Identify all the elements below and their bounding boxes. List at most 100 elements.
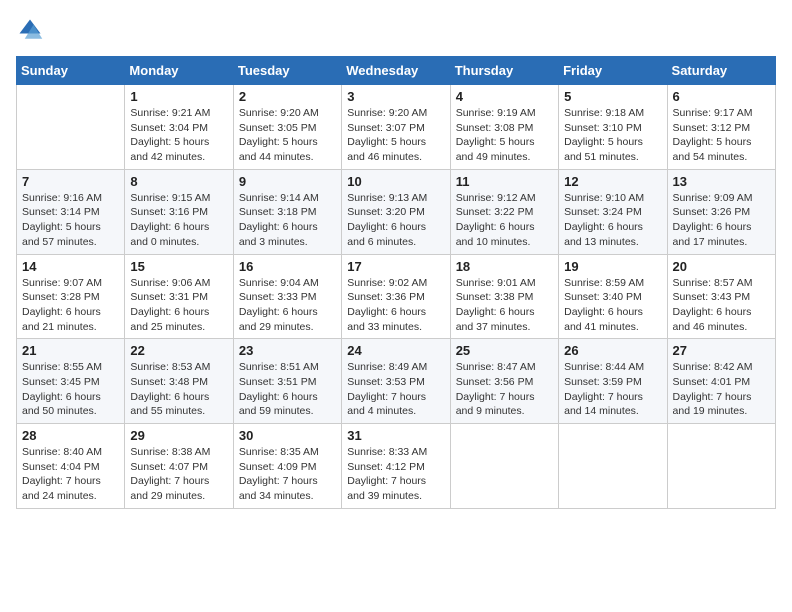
day-info: Sunrise: 9:04 AM Sunset: 3:33 PM Dayligh… <box>239 276 336 335</box>
calendar-cell: 12Sunrise: 9:10 AM Sunset: 3:24 PM Dayli… <box>559 169 667 254</box>
calendar-cell: 16 Sunrise: 9:04 AM Sunset: 3:33 PM Dayli… <box>233 254 341 339</box>
day-number: 15 <box>130 259 227 274</box>
day-number: 29 <box>130 428 227 443</box>
calendar-cell <box>559 424 667 509</box>
day-info: Sunrise: 9:16 AM Sunset: 3:14 PM Dayligh… <box>22 191 119 250</box>
calendar-cell: 14 Sunrise: 9:07 AM Sunset: 3:28 PM Dayli… <box>17 254 125 339</box>
calendar-cell: 10 Sunrise: 9:13 AM Sunset: 3:20 PM Dayli… <box>342 169 450 254</box>
calendar-cell: 29 Sunrise: 8:38 AM Sunset: 4:07 PM Dayli… <box>125 424 233 509</box>
calendar-week-row: 7 Sunrise: 9:16 AM Sunset: 3:14 PM Daylig… <box>17 169 776 254</box>
calendar-cell: 19 Sunrise: 8:59 AM Sunset: 3:40 PM Dayli… <box>559 254 667 339</box>
day-info: Sunrise: 9:10 AM Sunset: 3:24 PM Dayligh… <box>564 191 661 250</box>
day-info: Sunrise: 9:20 AM Sunset: 3:07 PM Dayligh… <box>347 106 444 165</box>
weekday-header: Monday <box>125 57 233 85</box>
day-info: Sunrise: 8:59 AM Sunset: 3:40 PM Dayligh… <box>564 276 661 335</box>
day-number: 22 <box>130 343 227 358</box>
day-number: 7 <box>22 174 119 189</box>
day-number: 10 <box>347 174 444 189</box>
calendar-cell: 1Sunrise: 9:21 AM Sunset: 3:04 PM Daylig… <box>125 85 233 170</box>
day-info: Sunrise: 9:18 AM Sunset: 3:10 PM Dayligh… <box>564 106 661 165</box>
day-info: Sunrise: 8:38 AM Sunset: 4:07 PM Dayligh… <box>130 445 227 504</box>
calendar-cell <box>667 424 775 509</box>
calendar-cell: 25 Sunrise: 8:47 AM Sunset: 3:56 PM Dayli… <box>450 339 558 424</box>
page-header <box>16 16 776 44</box>
day-number: 18 <box>456 259 553 274</box>
day-info: Sunrise: 8:51 AM Sunset: 3:51 PM Dayligh… <box>239 360 336 419</box>
day-number: 24 <box>347 343 444 358</box>
day-number: 13 <box>673 174 770 189</box>
day-info: Sunrise: 9:20 AM Sunset: 3:05 PM Dayligh… <box>239 106 336 165</box>
weekday-header: Thursday <box>450 57 558 85</box>
day-info: Sunrise: 8:47 AM Sunset: 3:56 PM Dayligh… <box>456 360 553 419</box>
day-info: Sunrise: 9:13 AM Sunset: 3:20 PM Dayligh… <box>347 191 444 250</box>
logo-icon <box>16 16 44 44</box>
day-info: Sunrise: 9:12 AM Sunset: 3:22 PM Dayligh… <box>456 191 553 250</box>
day-number: 8 <box>130 174 227 189</box>
calendar-cell: 18 Sunrise: 9:01 AM Sunset: 3:38 PM Dayli… <box>450 254 558 339</box>
day-info: Sunrise: 8:57 AM Sunset: 3:43 PM Dayligh… <box>673 276 770 335</box>
day-number: 26 <box>564 343 661 358</box>
day-number: 17 <box>347 259 444 274</box>
day-info: Sunrise: 9:17 AM Sunset: 3:12 PM Dayligh… <box>673 106 770 165</box>
day-info: Sunrise: 9:15 AM Sunset: 3:16 PM Dayligh… <box>130 191 227 250</box>
calendar-cell: 26 Sunrise: 8:44 AM Sunset: 3:59 PM Dayli… <box>559 339 667 424</box>
day-info: Sunrise: 8:40 AM Sunset: 4:04 PM Dayligh… <box>22 445 119 504</box>
day-info: Sunrise: 9:06 AM Sunset: 3:31 PM Dayligh… <box>130 276 227 335</box>
calendar-cell: 2 Sunrise: 9:20 AM Sunset: 3:05 PM Daylig… <box>233 85 341 170</box>
calendar-cell: 9Sunrise: 9:14 AM Sunset: 3:18 PM Daylig… <box>233 169 341 254</box>
logo <box>16 16 46 44</box>
calendar-cell: 31 Sunrise: 8:33 AM Sunset: 4:12 PM Dayli… <box>342 424 450 509</box>
calendar-table: SundayMondayTuesdayWednesdayThursdayFrid… <box>16 56 776 509</box>
calendar-week-row: 1Sunrise: 9:21 AM Sunset: 3:04 PM Daylig… <box>17 85 776 170</box>
day-number: 16 <box>239 259 336 274</box>
weekday-header: Saturday <box>667 57 775 85</box>
day-number: 2 <box>239 89 336 104</box>
weekday-header: Friday <box>559 57 667 85</box>
day-number: 11 <box>456 174 553 189</box>
calendar-cell: 22Sunrise: 8:53 AM Sunset: 3:48 PM Dayli… <box>125 339 233 424</box>
calendar-cell: 7 Sunrise: 9:16 AM Sunset: 3:14 PM Daylig… <box>17 169 125 254</box>
calendar-cell: 11 Sunrise: 9:12 AM Sunset: 3:22 PM Dayli… <box>450 169 558 254</box>
calendar-cell: 15 Sunrise: 9:06 AM Sunset: 3:31 PM Dayli… <box>125 254 233 339</box>
day-number: 21 <box>22 343 119 358</box>
calendar-cell: 13 Sunrise: 9:09 AM Sunset: 3:26 PM Dayli… <box>667 169 775 254</box>
day-number: 19 <box>564 259 661 274</box>
day-number: 23 <box>239 343 336 358</box>
calendar-cell: 3 Sunrise: 9:20 AM Sunset: 3:07 PM Daylig… <box>342 85 450 170</box>
day-number: 31 <box>347 428 444 443</box>
day-info: Sunrise: 8:33 AM Sunset: 4:12 PM Dayligh… <box>347 445 444 504</box>
weekday-header: Wednesday <box>342 57 450 85</box>
calendar-week-row: 28 Sunrise: 8:40 AM Sunset: 4:04 PM Dayli… <box>17 424 776 509</box>
day-info: Sunrise: 8:55 AM Sunset: 3:45 PM Dayligh… <box>22 360 119 419</box>
calendar-cell: 27Sunrise: 8:42 AM Sunset: 4:01 PM Dayli… <box>667 339 775 424</box>
day-number: 14 <box>22 259 119 274</box>
calendar-cell: 28 Sunrise: 8:40 AM Sunset: 4:04 PM Dayli… <box>17 424 125 509</box>
weekday-header: Sunday <box>17 57 125 85</box>
day-info: Sunrise: 9:02 AM Sunset: 3:36 PM Dayligh… <box>347 276 444 335</box>
day-number: 9 <box>239 174 336 189</box>
calendar-week-row: 14 Sunrise: 9:07 AM Sunset: 3:28 PM Dayli… <box>17 254 776 339</box>
calendar-cell: 4Sunrise: 9:19 AM Sunset: 3:08 PM Daylig… <box>450 85 558 170</box>
day-number: 6 <box>673 89 770 104</box>
day-info: Sunrise: 8:49 AM Sunset: 3:53 PM Dayligh… <box>347 360 444 419</box>
day-number: 28 <box>22 428 119 443</box>
calendar-cell: 6 Sunrise: 9:17 AM Sunset: 3:12 PM Daylig… <box>667 85 775 170</box>
day-number: 20 <box>673 259 770 274</box>
calendar-cell: 24 Sunrise: 8:49 AM Sunset: 3:53 PM Dayli… <box>342 339 450 424</box>
day-info: Sunrise: 9:07 AM Sunset: 3:28 PM Dayligh… <box>22 276 119 335</box>
day-info: Sunrise: 9:09 AM Sunset: 3:26 PM Dayligh… <box>673 191 770 250</box>
calendar-cell <box>450 424 558 509</box>
day-number: 1 <box>130 89 227 104</box>
calendar-cell <box>17 85 125 170</box>
day-info: Sunrise: 8:44 AM Sunset: 3:59 PM Dayligh… <box>564 360 661 419</box>
calendar-cell: 17 Sunrise: 9:02 AM Sunset: 3:36 PM Dayli… <box>342 254 450 339</box>
day-info: Sunrise: 8:42 AM Sunset: 4:01 PM Dayligh… <box>673 360 770 419</box>
day-info: Sunrise: 8:35 AM Sunset: 4:09 PM Dayligh… <box>239 445 336 504</box>
day-number: 3 <box>347 89 444 104</box>
day-info: Sunrise: 9:01 AM Sunset: 3:38 PM Dayligh… <box>456 276 553 335</box>
calendar-cell: 20 Sunrise: 8:57 AM Sunset: 3:43 PM Dayli… <box>667 254 775 339</box>
calendar-cell: 8 Sunrise: 9:15 AM Sunset: 3:16 PM Daylig… <box>125 169 233 254</box>
calendar-cell: 21 Sunrise: 8:55 AM Sunset: 3:45 PM Dayli… <box>17 339 125 424</box>
day-number: 5 <box>564 89 661 104</box>
day-number: 25 <box>456 343 553 358</box>
